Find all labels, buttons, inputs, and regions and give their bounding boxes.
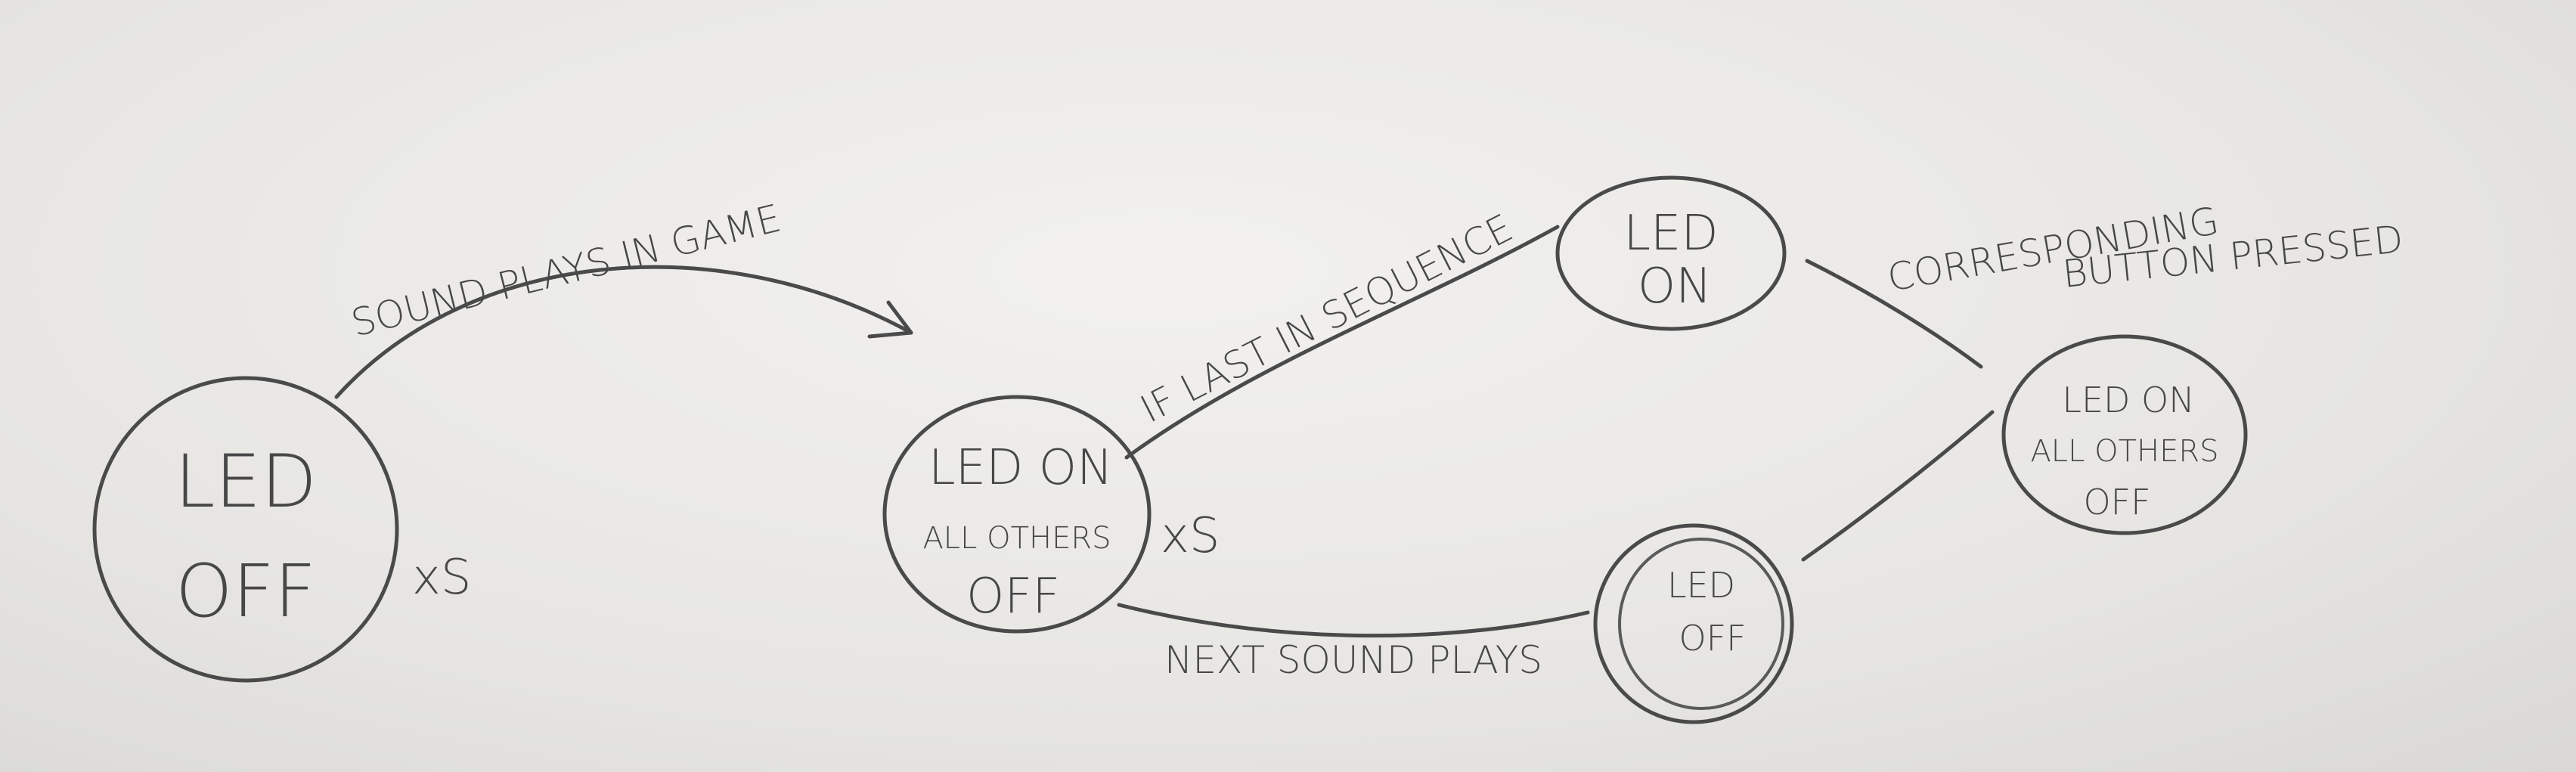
state-led-off-accept: LED OFF bbox=[1593, 523, 1794, 724]
state-2-mark: xS bbox=[1161, 508, 1220, 564]
state-1-line2: OFF bbox=[175, 549, 316, 634]
transition-if-last: IF LAST IN SEQUENCE bbox=[1124, 206, 1560, 460]
diagram-canvas: LED OFF xS SOUND PLAYS IN GAME LED ON AL… bbox=[0, 0, 2576, 772]
state-led-on-others-off-final: LED ON ALL OTHERS OFF bbox=[2001, 334, 2248, 535]
state-4-line2: OFF bbox=[1679, 618, 1746, 659]
state-3-line1: LED bbox=[1623, 206, 1718, 262]
state-1-mark: xS bbox=[412, 550, 472, 606]
state-diagram: LED OFF xS SOUND PLAYS IN GAME LED ON AL… bbox=[92, 175, 2405, 724]
state-5-line1: LED ON bbox=[2062, 380, 2194, 420]
state-5-line3: OFF bbox=[2083, 482, 2150, 522]
state-2-line1: LED ON bbox=[928, 440, 1113, 496]
state-4-line1: LED bbox=[1667, 565, 1735, 606]
transition-2-label: IF LAST IN SEQUENCE bbox=[1133, 206, 1520, 431]
transition-next-sound: NEXT SOUND PLAYS bbox=[1117, 603, 1590, 682]
state-2-line2: ALL OTHERS bbox=[922, 521, 1111, 556]
state-led-on-others-off: LED ON ALL OTHERS OFF xS bbox=[882, 395, 1220, 634]
state-led-off-start: LED OFF xS bbox=[92, 376, 472, 683]
transition-sound-plays: SOUND PLAYS IN GAME bbox=[334, 196, 913, 399]
state-1-line1: LED bbox=[175, 439, 317, 524]
state-2-line3: OFF bbox=[966, 569, 1060, 625]
transition-3-label: NEXT SOUND PLAYS bbox=[1164, 638, 1542, 682]
state-5-line2: ALL OTHERS bbox=[2030, 434, 2218, 469]
state-led-on: LED ON bbox=[1555, 175, 1787, 331]
state-3-line2: ON bbox=[1638, 259, 1712, 315]
